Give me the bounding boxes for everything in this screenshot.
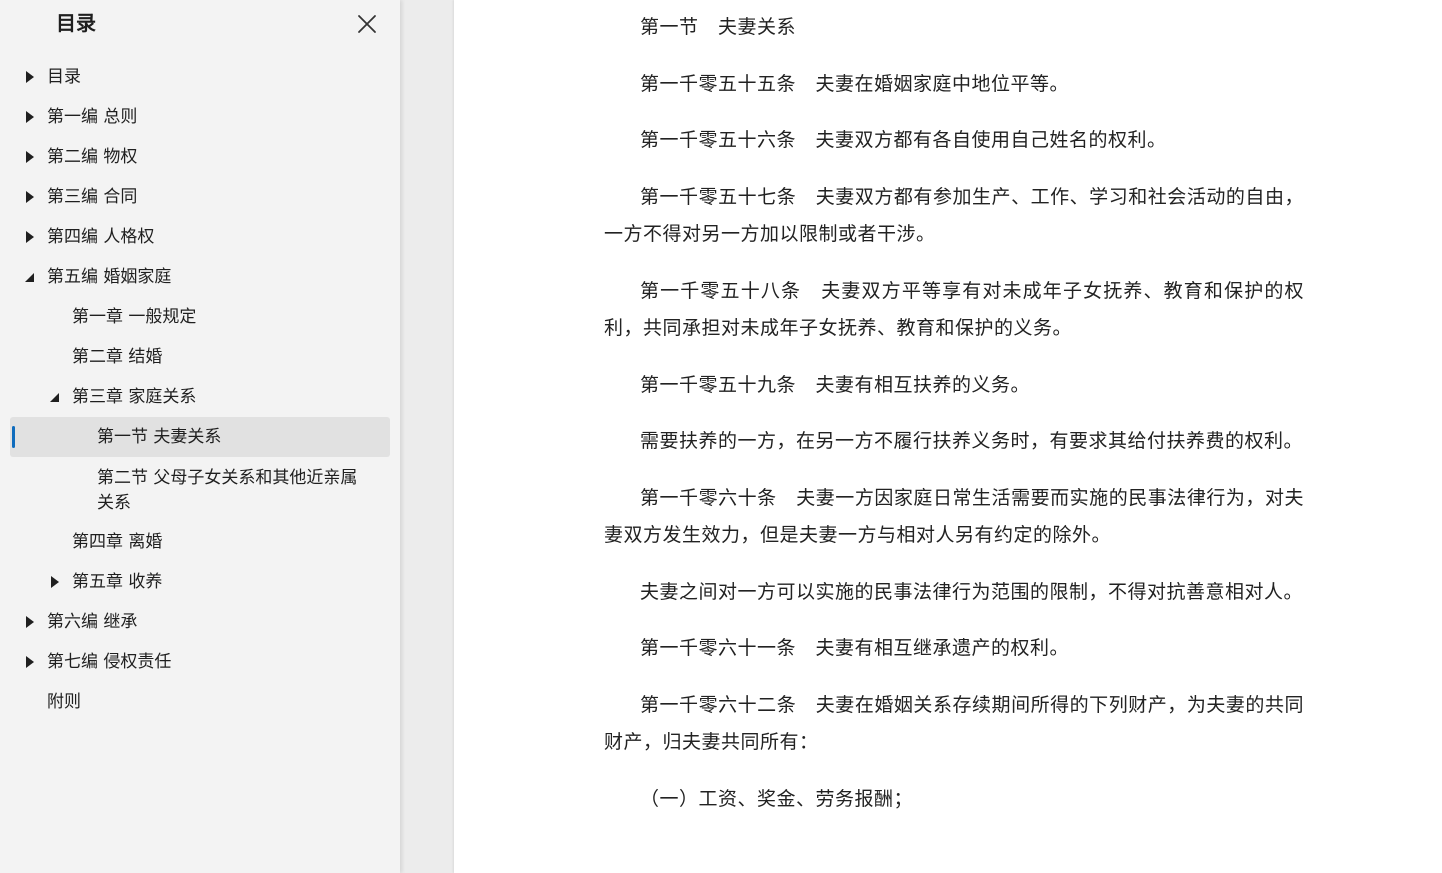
- close-sidebar-button[interactable]: [354, 11, 380, 37]
- toc-item-section-1[interactable]: 第一节 夫妻关系: [0, 417, 400, 457]
- sidebar-title: 目录: [56, 11, 96, 35]
- toc-item-chapter-5[interactable]: 第五章 收养: [0, 562, 400, 602]
- document-body: 第一节 夫妻关系 第一千零五十五条 夫妻在婚姻家庭中地位平等。 第一千零五十六条…: [604, 9, 1304, 837]
- toc-item-label: 第二章 结婚: [72, 347, 163, 367]
- article-paragraph: 第一千零五十九条 夫妻有相互扶养的义务。: [640, 373, 1031, 396]
- caret-right-icon[interactable]: [25, 656, 35, 668]
- article-paragraph: 需要扶养的一方，在另一方不履行扶养义务时，有要求其给付扶养费的权利。: [640, 430, 1304, 452]
- toc-item-part-6[interactable]: 第六编 继承: [0, 602, 400, 642]
- toc-item-label: 第七编 侵权责任: [47, 652, 172, 672]
- document-page[interactable]: 第一节 夫妻关系 第一千零五十五条 夫妻在婚姻家庭中地位平等。 第一千零五十六条…: [454, 0, 1442, 873]
- toc-item-part-4[interactable]: 第四编 人格权: [0, 217, 400, 257]
- toc-item-label: 第一章 一般规定: [72, 307, 197, 327]
- toc-item-label: 第一节 夫妻关系: [97, 427, 222, 447]
- article-paragraph: 第一千零五十七条 夫妻双方都有参加生产、工作、学习和社会活动的自由，一方不得对另…: [604, 185, 1304, 246]
- toc-item-label: 第三编 合同: [47, 187, 138, 207]
- caret-right-icon[interactable]: [25, 111, 35, 123]
- toc-item-label: 第一编 总则: [47, 107, 138, 127]
- article-paragraph: 第一千零五十五条 夫妻在婚姻家庭中地位平等。: [640, 72, 1070, 95]
- caret-right-icon[interactable]: [25, 231, 35, 243]
- toc-item-part-3[interactable]: 第三编 合同: [0, 177, 400, 217]
- toc-item-part-7[interactable]: 第七编 侵权责任: [0, 642, 400, 682]
- toc-item-label: 第六编 继承: [47, 612, 138, 632]
- caret-right-icon[interactable]: [25, 151, 35, 163]
- toc-item-label: 第二编 物权: [47, 147, 138, 167]
- toc-item-label: 目录: [47, 67, 81, 87]
- toc-tree: 目录 第一编 总则 第二编 物权 第三编 合同 第四编 人格权 第五编 婚姻家庭: [0, 57, 400, 722]
- toc-item-chapter-2[interactable]: 第二章 结婚: [0, 337, 400, 377]
- caret-right-icon[interactable]: [25, 616, 35, 628]
- caret-down-right-icon[interactable]: [25, 271, 35, 283]
- article-paragraph: 第一千零六十条 夫妻一方因家庭日常生活需要而实施的民事法律行为，对夫妻双方发生效…: [604, 486, 1304, 547]
- caret-right-icon[interactable]: [25, 71, 35, 83]
- page-gutter: [400, 0, 454, 873]
- section-heading: 第一节 夫妻关系: [640, 16, 797, 38]
- caret-down-right-icon[interactable]: [50, 391, 60, 403]
- article-paragraph: 夫妻之间对一方可以实施的民事法律行为范围的限制，不得对抗善意相对人。: [640, 580, 1304, 603]
- toc-item-label: 第四章 离婚: [72, 532, 163, 552]
- toc-item-appendix[interactable]: 附则: [0, 682, 400, 722]
- toc-item-chapter-1[interactable]: 第一章 一般规定: [0, 297, 400, 337]
- toc-item-part-1[interactable]: 第一编 总则: [0, 97, 400, 137]
- toc-item-label: 第三章 家庭关系: [72, 387, 197, 407]
- article-paragraph: 第一千零五十八条 夫妻双方平等享有对未成年子女抚养、教育和保护的权利，共同承担对…: [604, 279, 1304, 340]
- article-paragraph: 第一千零五十六条 夫妻双方都有各自使用自己姓名的权利。: [640, 129, 1167, 151]
- list-item-paragraph: （一）工资、奖金、劳务报酬；: [640, 787, 914, 810]
- toc-item-chapter-3[interactable]: 第三章 家庭关系: [0, 377, 400, 417]
- article-paragraph: 第一千零六十二条 夫妻在婚姻关系存续期间所得的下列财产，为夫妻的共同财产，归夫妻…: [604, 693, 1304, 754]
- toc-item-chapter-4[interactable]: 第四章 离婚: [0, 522, 400, 562]
- toc-item-section-2[interactable]: 第二节 父母子女关系和其他近亲属关系: [0, 457, 400, 522]
- toc-item-contents[interactable]: 目录: [0, 57, 400, 97]
- caret-right-icon[interactable]: [25, 191, 35, 203]
- toc-sidebar: 目录 目录 第一编 总则 第二编 物权 第三编 合同 第四编 人格权 第五编 婚…: [0, 0, 400, 873]
- article-paragraph: 第一千零六十一条 夫妻有相互继承遗产的权利。: [640, 637, 1070, 659]
- toc-item-label: 第五章 收养: [72, 572, 163, 592]
- app-window: 目录 目录 第一编 总则 第二编 物权 第三编 合同 第四编 人格权 第五编 婚…: [0, 0, 1442, 873]
- toc-item-label: 附则: [47, 692, 81, 712]
- close-icon: [358, 15, 376, 33]
- toc-item-label: 第四编 人格权: [47, 227, 155, 247]
- toc-item-label: 第五编 婚姻家庭: [47, 267, 172, 287]
- toc-item-part-5[interactable]: 第五编 婚姻家庭: [0, 257, 400, 297]
- toc-item-part-2[interactable]: 第二编 物权: [0, 137, 400, 177]
- toc-item-label: 第二节 父母子女关系和其他近亲属关系: [97, 468, 358, 513]
- caret-right-icon[interactable]: [50, 576, 60, 588]
- selection-indicator: [12, 426, 15, 448]
